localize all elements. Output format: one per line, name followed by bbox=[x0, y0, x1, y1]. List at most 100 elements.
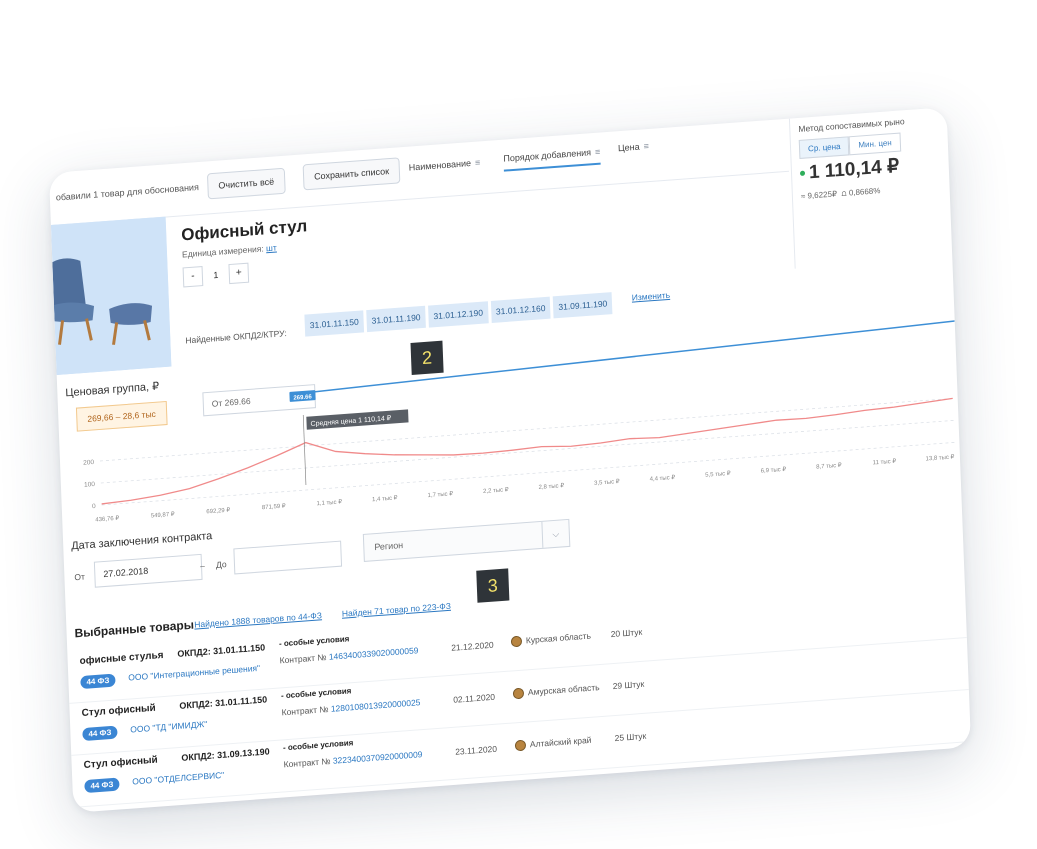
okpd-chip[interactable]: 31.09.11.190 bbox=[553, 292, 613, 319]
product-image bbox=[48, 216, 172, 375]
x-tick-label: 2,2 тыс ₽ bbox=[483, 486, 509, 495]
contract-link[interactable]: 1463400339020000059 bbox=[329, 645, 419, 662]
toolbar: обавили 1 товар для обоснования Очистить… bbox=[48, 118, 789, 226]
region-emblem-icon bbox=[512, 687, 525, 700]
method-panel: Метод сопоставимых рыно Ср. цена Мин. це… bbox=[788, 107, 954, 269]
save-list-button[interactable]: Сохранить список bbox=[302, 157, 401, 191]
method-title: Метод сопоставимых рыно bbox=[798, 116, 905, 134]
added-count-text: обавили 1 товар для обоснования bbox=[55, 182, 200, 203]
item-okpd: ОКПД2: 31.01.11.150 bbox=[179, 694, 268, 711]
law-badge: 44 ФЗ bbox=[84, 777, 120, 794]
contract-link[interactable]: 3223400370920000009 bbox=[333, 749, 423, 766]
unit-link[interactable]: шт bbox=[266, 243, 277, 254]
item-region-name: Алтайский край bbox=[529, 734, 592, 750]
item-quantity: 25 Штук bbox=[614, 730, 647, 744]
okpd-chip[interactable]: 31.01.11.150 bbox=[304, 310, 365, 337]
item-conditions: - особые условия bbox=[278, 634, 350, 649]
variation-value: 9,6225₽ bbox=[807, 189, 838, 201]
x-tick-label: 692,29 ₽ bbox=[206, 507, 230, 516]
item-quantity: 29 Штук bbox=[612, 678, 645, 692]
date-to-label: До bbox=[215, 559, 227, 570]
found-44fz-link[interactable]: Найдено 1888 товаров по 44-ФЗ bbox=[194, 610, 322, 629]
contract-label: Контракт № bbox=[281, 703, 329, 718]
tab-average-price[interactable]: Ср. цена bbox=[798, 136, 850, 159]
x-tick-label: 5,5 тыс ₽ bbox=[705, 470, 731, 479]
okpd-chip[interactable]: 31.01.11.190 bbox=[366, 305, 426, 333]
step-marker-2: 2 bbox=[410, 340, 444, 375]
item-conditions: - особые условия bbox=[280, 686, 352, 701]
x-tick-label: 549,87 ₽ bbox=[151, 511, 175, 520]
price-stats: ≈ 9,6225₽ ⩍ 0,8668% bbox=[801, 186, 881, 202]
item-quantity: 20 Штук bbox=[610, 626, 643, 640]
x-axis-ticks: 436,76 ₽ 549,87 ₽ 692,29 ₽ 871,59 ₽ 1,1 тыс … bbox=[95, 453, 954, 523]
law-badge: 44 ФЗ bbox=[80, 673, 116, 690]
okpd-chip[interactable]: 31.01.12.160 bbox=[490, 296, 551, 323]
x-tick-label: 436,76 ₽ bbox=[95, 515, 119, 524]
range-slider-track bbox=[307, 320, 955, 394]
date-to-input[interactable] bbox=[233, 540, 343, 575]
chart-grid bbox=[99, 398, 955, 506]
tab-min-price[interactable]: Мин. цен bbox=[849, 132, 902, 156]
item-region: Курская область bbox=[510, 630, 592, 648]
sort-by-order[interactable]: Порядок добавления ≡ bbox=[503, 146, 601, 172]
item-name: офисные стулья bbox=[79, 649, 164, 668]
decrement-button[interactable]: - bbox=[182, 265, 204, 288]
contract-link[interactable]: 1280108013920000025 bbox=[331, 697, 421, 714]
item-contract: Контракт № 3223400370920000009 bbox=[283, 749, 422, 769]
x-tick-label: 4,4 тыс ₽ bbox=[650, 474, 676, 483]
item-okpd: ОКПД2: 31.01.11.150 bbox=[177, 642, 266, 659]
found-223fz-link[interactable]: Найден 71 товар по 223-ФЗ bbox=[342, 601, 451, 619]
quantity-input[interactable]: 1 bbox=[203, 269, 229, 281]
x-tick-label: 3,5 тыс ₽ bbox=[594, 478, 620, 487]
y-tick-label: 0 bbox=[92, 503, 96, 510]
okpd-chip[interactable]: 31.01.12.190 bbox=[428, 301, 489, 328]
date-from-input[interactable]: 27.02.2018 bbox=[93, 553, 203, 588]
average-price-marker bbox=[302, 414, 307, 486]
coefficient-icon: ⩍ bbox=[841, 188, 847, 199]
item-region: Амурская область bbox=[512, 682, 600, 700]
sort-by-price[interactable]: Цена ≡ bbox=[618, 141, 649, 153]
item-supplier-link[interactable]: ООО "ОТДЕЛСЕРВИС" bbox=[132, 770, 224, 787]
item-name: Стул офисный bbox=[81, 702, 156, 720]
item-date: 21.12.2020 bbox=[451, 639, 494, 653]
item-conditions: - особые условия bbox=[282, 738, 354, 753]
item-supplier-link[interactable]: ООО "Интеграционные решения" bbox=[128, 663, 260, 683]
item-date: 02.11.2020 bbox=[453, 691, 496, 705]
item-contract: Контракт № 1463400339020000059 bbox=[279, 645, 418, 665]
sort-by-name-label: Наименование bbox=[408, 158, 472, 173]
variation-icon: ≈ bbox=[800, 191, 806, 201]
sort-by-name[interactable]: Наименование ≡ bbox=[409, 157, 481, 172]
chevron-down-icon: ⌵ bbox=[541, 519, 570, 548]
selected-goods-title: Выбранные товары bbox=[74, 617, 195, 641]
region-emblem-icon bbox=[514, 739, 527, 752]
product-title: Офисный стул bbox=[180, 216, 308, 245]
x-tick-label: 1,1 тыс ₽ bbox=[316, 498, 342, 507]
coefficient-value: 0,8668% bbox=[848, 186, 881, 198]
average-price-value: 1 110,14 ₽ bbox=[799, 155, 900, 185]
date-dash: – bbox=[199, 560, 205, 571]
okpd-label: Найденные ОКПД2/КТРУ: bbox=[185, 328, 287, 346]
x-tick-label: 11 тыс ₽ bbox=[873, 458, 897, 467]
step-marker-3: 3 bbox=[476, 568, 510, 603]
armchair-illustration bbox=[48, 216, 172, 375]
price-distribution-line bbox=[101, 397, 953, 505]
x-tick-label: 1,4 тыс ₽ bbox=[372, 494, 398, 503]
item-region-name: Курская область bbox=[525, 630, 592, 646]
increment-button[interactable]: + bbox=[228, 262, 250, 285]
slider-value-label: 269.66 bbox=[293, 394, 312, 401]
change-okpd-link[interactable]: Изменить bbox=[632, 290, 671, 303]
item-contract: Контракт № 1280108013920000025 bbox=[281, 697, 420, 717]
region-select[interactable]: Регион ⌵ bbox=[362, 518, 571, 562]
x-tick-label: 6,9 тыс ₽ bbox=[761, 466, 787, 475]
item-region: Алтайский край bbox=[514, 734, 592, 752]
x-tick-label: 871,59 ₽ bbox=[262, 503, 286, 512]
item-supplier-link[interactable]: ООО "ТД "ИМИДЖ" bbox=[130, 719, 207, 735]
contract-label: Контракт № bbox=[279, 651, 327, 666]
clear-all-button[interactable]: Очистить всё bbox=[206, 167, 286, 200]
item-date: 23.11.2020 bbox=[455, 743, 498, 757]
y-axis-ticks: 200 100 0 bbox=[83, 459, 96, 510]
contract-date-title: Дата заключения контракта bbox=[71, 530, 213, 553]
y-tick-label: 200 bbox=[83, 459, 94, 467]
sort-by-price-label: Цена bbox=[617, 141, 640, 154]
sort-lines-icon: ≡ bbox=[594, 146, 601, 157]
